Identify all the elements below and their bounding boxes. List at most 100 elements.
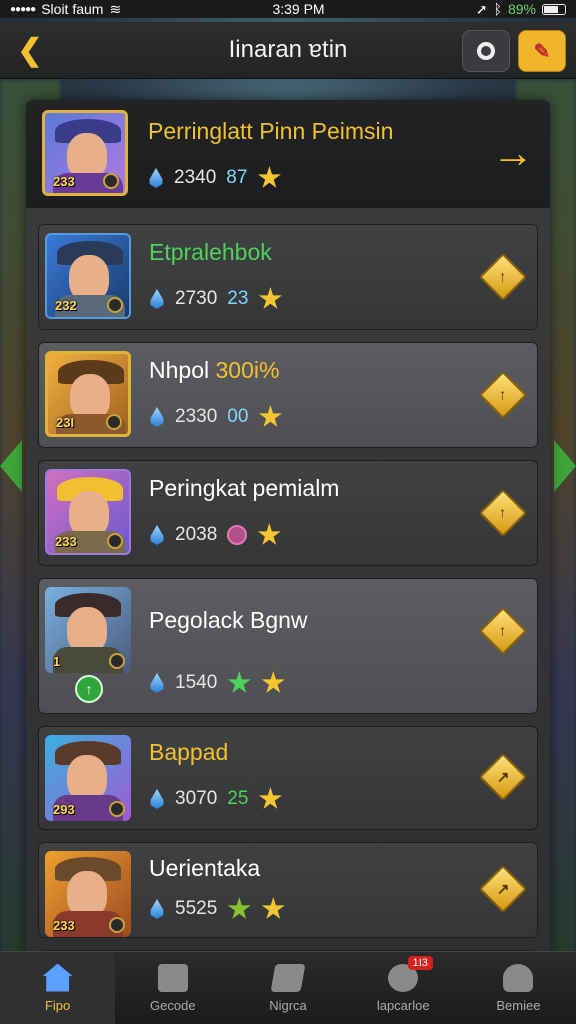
- level-label: 233: [53, 174, 75, 189]
- rank-up-icon: ↗: [496, 880, 510, 898]
- star-icon: [257, 166, 281, 188]
- level-label: 293: [53, 802, 75, 817]
- nav-item-2[interactable]: Gecode: [115, 952, 230, 1024]
- settings-button[interactable]: [462, 30, 510, 72]
- battery-percent: 89%: [507, 1, 536, 17]
- avatar: 233: [45, 469, 131, 555]
- player-name: Nhpol 300i%: [149, 357, 279, 384]
- secondary-value: 25: [227, 788, 249, 809]
- potion-icon: [227, 525, 248, 545]
- rank-up-button[interactable]: ↑: [478, 606, 528, 656]
- nav-item-5[interactable]: Bemiee: [461, 952, 576, 1024]
- secondary-value: 23: [227, 288, 249, 309]
- level-label: 232: [55, 298, 77, 313]
- drop-icon: [150, 673, 164, 693]
- page-title: Iinaran ɐtin: [228, 36, 348, 63]
- badge-button[interactable]: ✎: [518, 30, 566, 72]
- secondary-value: 87: [226, 167, 248, 188]
- cards-icon: [270, 963, 306, 992]
- battery-icon: [542, 3, 566, 15]
- avatar: 233: [42, 110, 128, 196]
- player-name-text: Nhpol 300i%: [149, 357, 280, 383]
- secondary-value: 00: [227, 406, 249, 427]
- avatar: 233: [45, 851, 131, 937]
- star-icon: [257, 523, 281, 545]
- player-name: Pegolack Bgnw: [149, 607, 308, 633]
- nav-item-3[interactable]: Nigrca: [230, 952, 345, 1024]
- crate-icon: [157, 963, 188, 992]
- player-name-highlight: 300i%: [215, 357, 280, 383]
- rank-up-button[interactable]: ↑: [478, 488, 528, 538]
- points-value: 2038: [175, 524, 218, 545]
- list-item[interactable]: 1 ↑ Pegolack Bgnw 1540 ↑: [38, 578, 538, 714]
- points-value: 2730: [175, 288, 218, 309]
- home-icon: [42, 963, 73, 992]
- level-label: 233: [53, 918, 75, 933]
- nav-label: Nigrca: [269, 997, 307, 1013]
- rank-up-icon: ↑: [499, 504, 507, 522]
- player-name: Etpralehbok: [149, 239, 272, 265]
- list-item[interactable]: 23I Nhpol 300i% 2330 00 ↑: [38, 342, 538, 448]
- green-star-icon: [227, 671, 251, 693]
- side-arrow-left-icon[interactable]: [0, 440, 22, 492]
- ranking-list: 233 Perringlatt Pinn Peimsin 2340 87 → 2…: [26, 100, 550, 960]
- avatar: 1: [45, 587, 131, 673]
- points-value: 5525: [175, 898, 218, 919]
- avatar: 23I: [45, 351, 131, 437]
- rank-up-icon: ↑: [499, 268, 507, 286]
- upgrade-badge-icon: ↑: [75, 675, 103, 703]
- points-value: 2330: [175, 406, 218, 427]
- list-item[interactable]: 232 Etpralehbok 2730 23 ↑: [38, 224, 538, 330]
- nav-item-home[interactable]: Fipo: [0, 952, 116, 1024]
- status-time: 3:39 PM: [272, 1, 325, 17]
- settings-icon: [477, 42, 495, 60]
- rank-up-button[interactable]: ↗: [478, 864, 528, 914]
- location-icon: ➚: [475, 0, 488, 17]
- status-bar: ●●●●● Sloit faum ≋ 3:39 PM ➚ ᛒ 89%: [0, 0, 576, 18]
- nav-label: Gecode: [150, 997, 196, 1013]
- player-name: Uerientaka: [149, 855, 261, 881]
- star-icon: [258, 405, 282, 427]
- go-arrow-button[interactable]: →: [492, 132, 534, 174]
- rank-up-icon: ↗: [496, 768, 510, 786]
- list-item[interactable]: 233 Peringkat pemialm 2038 ↑: [38, 460, 538, 566]
- level-label: 1: [53, 654, 61, 669]
- wifi-icon: ≋: [109, 0, 122, 17]
- side-arrow-right-icon[interactable]: [554, 440, 576, 492]
- rank-up-button[interactable]: ↗: [478, 752, 528, 802]
- rank-up-button[interactable]: ↑: [478, 370, 528, 420]
- nav-label: lapcarloe: [376, 997, 430, 1013]
- star-icon: [261, 671, 285, 693]
- player-name: Peringkat pemialm: [149, 475, 340, 501]
- nav-label: Fipo: [44, 997, 71, 1013]
- drop-icon: [150, 289, 164, 309]
- points-value: 1540: [175, 672, 218, 693]
- badge-icon: ✎: [533, 40, 551, 63]
- back-arrow-icon: ❮: [17, 33, 43, 67]
- points-value: 3070: [175, 788, 218, 809]
- star-icon: [261, 897, 285, 919]
- list-item[interactable]: 233 Uerientaka 5525 ↗: [38, 842, 538, 938]
- level-label: 23I: [56, 415, 75, 430]
- drop-icon: [150, 525, 164, 545]
- list-item[interactable]: 233 Perringlatt Pinn Peimsin 2340 87 →: [26, 100, 550, 208]
- list-item[interactable]: 293 Bappad 3070 25 ↗: [38, 726, 538, 830]
- leaf-icon: [227, 897, 251, 919]
- carrier-label: Sloit faum: [41, 1, 104, 17]
- nav-label: Bemiee: [496, 997, 541, 1013]
- player-name: Perringlatt Pinn Peimsin: [148, 118, 394, 144]
- bluetooth-icon: ᛒ: [493, 1, 502, 17]
- avatar: 232: [45, 233, 131, 319]
- header: ❮ Iinaran ɐtin ✎: [0, 22, 576, 79]
- star-icon: [258, 787, 282, 809]
- rank-up-button[interactable]: ↑: [478, 252, 528, 302]
- drop-icon: [149, 168, 163, 188]
- player-name: Bappad: [149, 739, 229, 765]
- back-button[interactable]: ❮: [12, 32, 48, 68]
- star-icon: [258, 287, 282, 309]
- avatar: 293: [45, 735, 131, 821]
- notification-badge: 1I3: [407, 956, 433, 970]
- nav-item-4[interactable]: 1I3 lapcarloe: [346, 952, 461, 1024]
- bottom-nav: Fipo Gecode Nigrca 1I3 lapcarloe Bemiee: [0, 951, 576, 1024]
- level-label: 233: [55, 534, 77, 549]
